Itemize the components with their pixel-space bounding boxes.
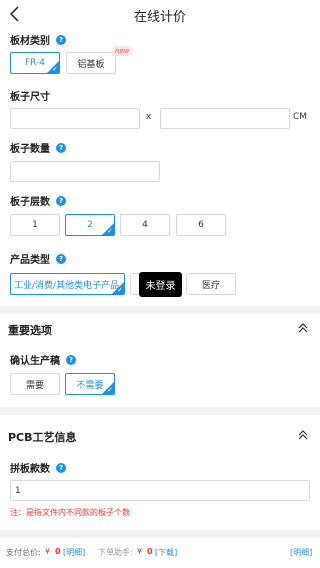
check-icon: ✓ <box>52 65 58 73</box>
board-height-input[interactable] <box>160 108 290 129</box>
help-icon[interactable]: ? <box>56 142 66 153</box>
total-currency: ¥ <box>45 547 51 556</box>
header: 在线计价 <box>0 0 320 28</box>
check-icon: ✓ <box>107 227 113 235</box>
size-unit: CM <box>293 112 308 122</box>
section-divider <box>0 530 320 538</box>
section-divider <box>0 306 320 314</box>
collapse-icon[interactable] <box>298 430 308 440</box>
help-icon[interactable]: ? <box>56 462 66 473</box>
check-icon: ✓ <box>117 286 123 294</box>
product-type-label: 产品类型? <box>10 251 66 266</box>
section-divider <box>0 407 320 415</box>
help-icon[interactable]: ? <box>56 253 66 264</box>
help-icon[interactable]: ? <box>56 34 66 45</box>
help-icon[interactable]: ? <box>66 354 76 365</box>
layers-option-4[interactable]: 4 <box>120 214 170 236</box>
panel-count-note: 注：是指文件内不同款的板子个数 <box>10 508 130 517</box>
assistant-label: 下单助手: <box>98 548 133 557</box>
confirm-option-no-need[interactable]: 不需要 ✓ <box>65 373 115 395</box>
material-option-aluminum[interactable]: 铝基板 <box>66 52 116 74</box>
panel-count-input[interactable]: 1 <box>10 480 310 501</box>
product-option-medical[interactable]: 医疗 <box>186 273 236 295</box>
product-option-industrial[interactable]: 工业/消费/其他类电子产品 ✓ <box>10 273 125 295</box>
not-logged-in-tooltip: 未登录 <box>139 272 182 297</box>
new-badge: new <box>112 46 133 56</box>
board-material-label: 板材类别? <box>10 32 66 47</box>
total-value: 0 <box>55 547 61 556</box>
total-detail-link[interactable]: [明细] <box>63 547 85 558</box>
total-label: 支付总价: <box>6 548 41 557</box>
board-quantity-label: 板子数量? <box>10 140 66 155</box>
detail-link[interactable]: [明细] <box>290 547 312 558</box>
material-option-fr4[interactable]: FR-4 ✓ <box>10 52 60 74</box>
board-size-label: 板子尺寸 <box>10 92 50 103</box>
layers-option-6[interactable]: 6 <box>176 214 226 236</box>
layers-option-2[interactable]: 2 ✓ <box>65 214 115 236</box>
assistant-value: 0 <box>147 547 153 556</box>
page-title: 在线计价 <box>133 10 186 25</box>
layers-option-1[interactable]: 1 <box>10 214 60 236</box>
important-options-title: 重要选项 <box>8 324 52 337</box>
confirm-production-label: 确认生产稿? <box>10 352 76 367</box>
help-icon[interactable]: ? <box>56 195 66 206</box>
assistant-download-link[interactable]: [下载] <box>155 547 177 558</box>
size-separator: x <box>146 112 152 122</box>
board-quantity-input[interactable] <box>10 161 160 182</box>
collapse-icon[interactable] <box>298 323 308 333</box>
assistant-currency: ¥ <box>137 547 143 556</box>
check-icon: ✓ <box>107 386 113 394</box>
confirm-option-need[interactable]: 需要 <box>10 373 60 395</box>
board-layers-label: 板子层数? <box>10 193 66 208</box>
footer-bar: 支付总价: ¥ 0 [明细] 下单助手: ¥ 0 [下载] [明细] <box>0 540 320 568</box>
pcb-process-title: PCB工艺信息 <box>8 431 77 444</box>
board-width-input[interactable] <box>10 108 140 129</box>
panel-count-label: 拼板款数? <box>10 460 66 475</box>
